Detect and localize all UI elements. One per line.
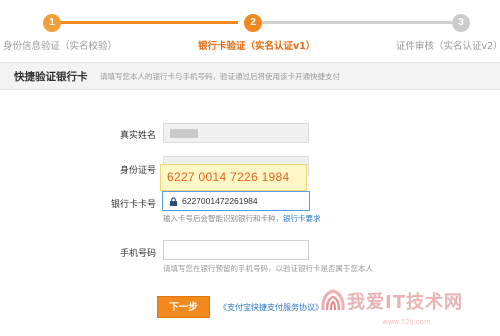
watermark-logo-icon [321,289,345,311]
step-1-circle: 1 [43,14,61,32]
card-label: 银行卡卡号 [110,200,156,210]
phone-label: 手机号码 [119,249,156,259]
card-requirements-link[interactable]: 银行卡要求 [283,214,321,223]
card-number-value: 6227001472261984 [182,196,258,206]
name-field [163,123,309,143]
watermark-url: www.52ij.com [382,318,431,326]
phone-input[interactable] [163,240,309,260]
agreement-link[interactable]: 《支付宝快捷支付服务协议》 [219,302,323,313]
panel-header: 快捷验证银行卡 请填写您本人的银行卡与手机号码，验证通过后将使用该卡开通快捷支付 [0,63,500,90]
card-number-tooltip: 6227 0014 7226 1984 [160,164,307,191]
id-label: 身份证号 [119,166,156,176]
step-2-circle: 2 [244,14,262,32]
step-3-circle: 3 [452,14,470,32]
watermark-text: 我爱IT技术网 [347,292,463,313]
panel-note: 请填写您本人的银行卡与手机号码，验证通过后将使用该卡开通快捷支付 [100,72,340,81]
progress-steps: 1 2 3 身份信息验证（实名校验） 银行卡验证（实名认证v1） 证件审核（实名… [0,0,500,58]
step-2-label: 银行卡验证（实名认证v1） [198,41,316,52]
phone-hint: 请填写您在银行预留的手机号码，以验证银行卡是否属于您本人 [163,264,373,273]
name-mask [170,129,198,138]
card-hint-text: 输入卡号后会智能识别银行和卡种， [163,214,283,223]
step-connector-1 [60,21,238,24]
step-1-label: 身份信息验证（实名校验） [3,41,118,52]
next-button[interactable]: 下一步 [157,296,210,318]
card-number-input[interactable]: 6227001472261984 [162,191,310,211]
card-tooltip-text: 6227 0014 7226 1984 [167,170,290,184]
lock-icon [169,197,178,206]
step-3-label: 证件审核（实名认证v2） [396,41,500,52]
card-hint: 输入卡号后会智能识别银行和卡种，银行卡要求 [163,213,321,224]
step-connector-2 [262,21,452,24]
name-label: 真实姓名 [119,131,156,141]
panel-title: 快捷验证银行卡 [14,71,88,83]
